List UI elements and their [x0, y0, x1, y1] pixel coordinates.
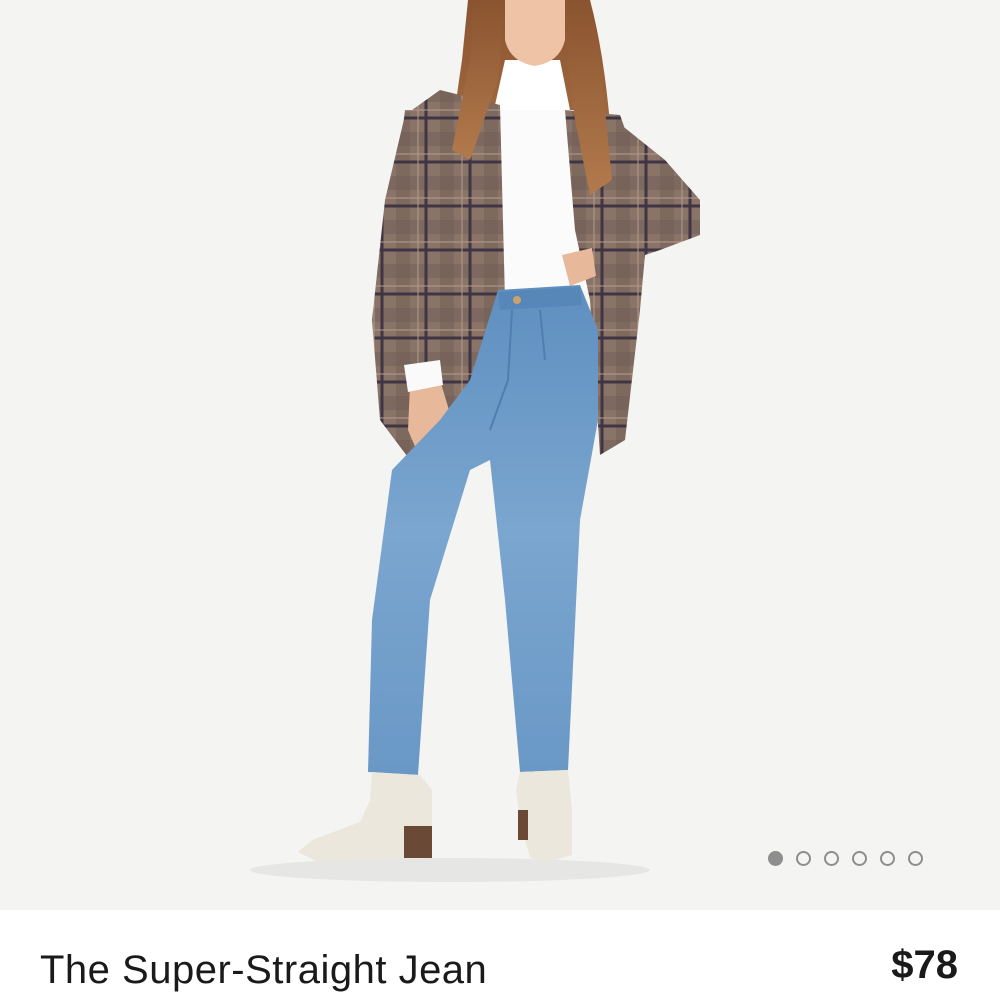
- carousel-dots: [768, 851, 923, 866]
- product-image[interactable]: [0, 0, 1000, 910]
- product-price: $78: [891, 943, 958, 987]
- carousel-dot-5[interactable]: [880, 851, 895, 866]
- product-page: The Super-Straight Jean $78: [0, 0, 1000, 1000]
- carousel-dot-3[interactable]: [824, 851, 839, 866]
- carousel-dot-4[interactable]: [852, 851, 867, 866]
- carousel-dot-1[interactable]: [768, 851, 783, 866]
- product-name: The Super-Straight Jean: [40, 948, 488, 992]
- model-photo: [250, 0, 700, 882]
- carousel-dot-2[interactable]: [796, 851, 811, 866]
- carousel-dot-6[interactable]: [908, 851, 923, 866]
